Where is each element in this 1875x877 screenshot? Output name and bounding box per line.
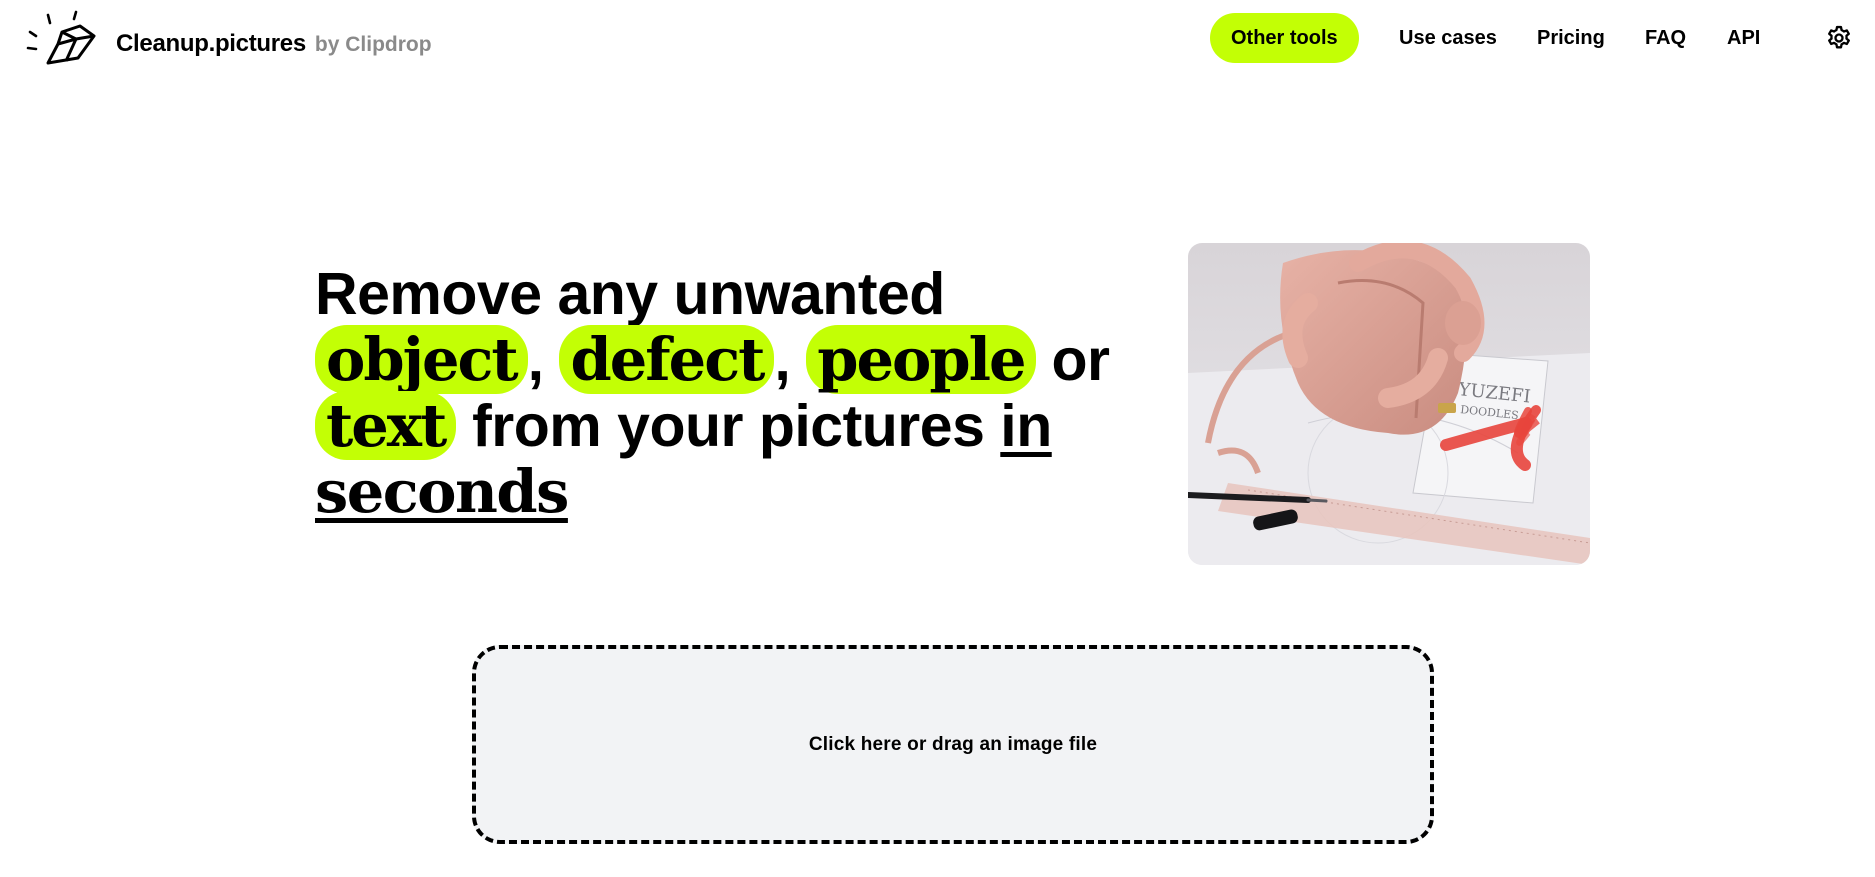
nav-other-tools-button[interactable]: Other tools	[1210, 13, 1359, 63]
underlined-seconds: seconds	[315, 457, 569, 526]
highlight-text: text	[315, 391, 457, 460]
site-header: Cleanup.pictures by Clipdrop Other tools…	[0, 0, 1875, 92]
main-nav: Other tools Use cases Pricing FAQ API	[0, 13, 1875, 63]
highlight-people: people	[806, 325, 1036, 394]
comma: ,	[527, 327, 544, 393]
headline-line1: Remove any unwanted	[315, 261, 945, 327]
nav-api-link[interactable]: API	[1727, 13, 1760, 63]
highlight-defect: defect	[559, 325, 775, 394]
word-or: or	[1051, 327, 1110, 393]
sample-photo-pink-handbag: YUZEFI DOODLES	[1188, 243, 1590, 565]
comma: ,	[774, 327, 791, 393]
nav-faq-link[interactable]: FAQ	[1645, 13, 1686, 63]
nav-pricing-link[interactable]: Pricing	[1537, 13, 1605, 63]
gear-icon[interactable]	[1825, 24, 1853, 52]
image-upload-dropzone[interactable]: Click here or drag an image file	[472, 645, 1434, 844]
headline-mid-text: from your pictures	[472, 393, 985, 459]
hero-headline: Remove any unwanted object, defect, peop…	[315, 262, 1175, 525]
dropzone-label: Click here or drag an image file	[808, 733, 1098, 755]
hero-sample-image: YUZEFI DOODLES	[1188, 243, 1590, 565]
underlined-in: in	[1000, 393, 1052, 459]
nav-use-cases-link[interactable]: Use cases	[1399, 13, 1497, 63]
highlight-object: object	[315, 325, 528, 394]
